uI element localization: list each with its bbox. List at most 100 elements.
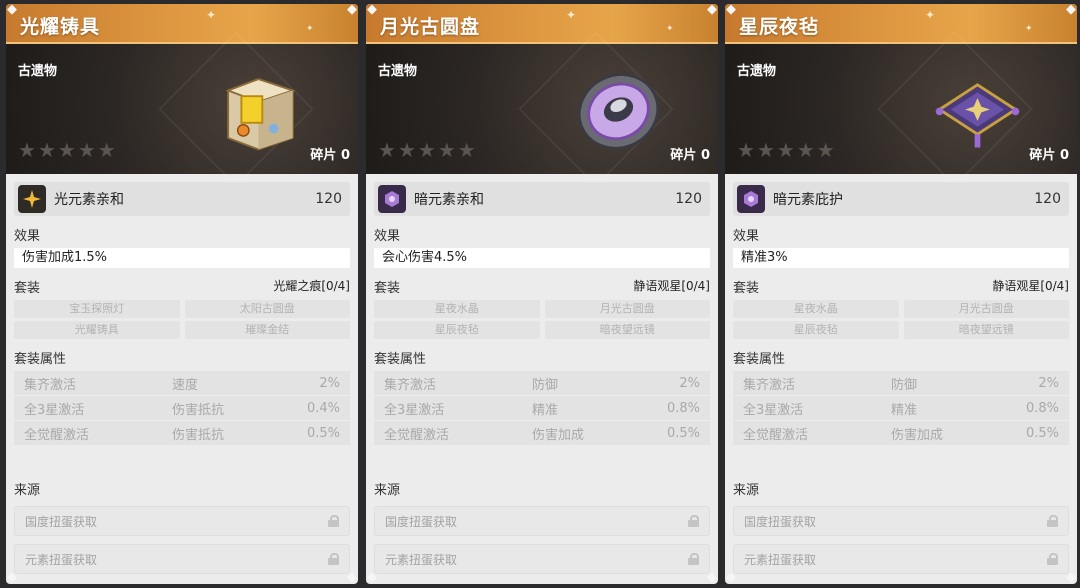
corner-ornament-icon: ◆ [347,570,357,585]
relic-name: 星辰夜毡 [739,16,820,38]
set-attr-row: 全3星激活 精准 0.8% [733,396,1069,420]
moon-disc-icon [577,73,660,150]
source-button[interactable]: 元素扭蛋获取 [733,544,1069,574]
corner-ornament-icon: ◆ [707,4,717,17]
set-name: 静语观星[0/4] [992,279,1069,293]
star-icon: ★ [417,138,436,162]
sparkle-icon: ✦ [306,24,314,34]
corner-ornament-icon: ◆ [707,570,717,585]
attr-condition: 全3星激活 [24,402,85,418]
source-button[interactable]: 元素扭蛋获取 [14,544,350,574]
attr-value: 2% [679,375,700,391]
attr-value: 2% [1038,375,1059,391]
star-icon: ★ [737,138,755,162]
dark-element-icon [378,185,406,213]
attr-stat: 防御 [891,377,918,393]
sparkle-icon: ✦ [206,8,217,22]
set-attr-row: 全觉醒激活 伤害抵抗 0.5% [14,421,350,445]
set-row: 套装 静语观星[0/4] [374,277,710,296]
effect-value: 精准3% [733,248,1069,268]
corner-ornament-icon: ◆ [367,570,377,585]
lock-icon [688,553,699,565]
affinity-value: 120 [1034,191,1061,207]
attr-condition: 全3星激活 [384,402,445,418]
sparkle-icon: ✦ [925,8,936,22]
star-icon: ★ [796,138,815,162]
star-icon: ★ [378,138,396,162]
element-affinity: 光元素亲和 120 [14,182,350,216]
attr-condition: 集齐激活 [24,377,77,393]
sparkle-icon: ✦ [1025,24,1033,34]
source-label: 来源 [733,483,760,498]
element-affinity: 暗元素亲和 120 [374,182,710,216]
lock-icon [328,515,339,527]
sparkle-icon: ✦ [566,8,577,22]
relic-hero: 古遗物 ★ ★ ★ ★ ★ 碎片 0 [6,31,358,187]
attr-stat: 伤害加成 [532,427,585,443]
set-piece: 星辰夜毡 [733,321,899,339]
shard-count: 碎片 0 [310,148,350,163]
set-attr-row: 全3星激活 精准 0.8% [374,396,710,420]
effect-label: 效果 [733,229,760,244]
set-label: 套装 [374,281,401,296]
source-button[interactable]: 国度扭蛋获取 [374,506,710,536]
source-label: 来源 [374,483,401,498]
attr-value: 0.5% [306,425,340,441]
relic-name: 月光古圆盘 [380,16,481,38]
corner-ornament-icon: ◆ [1066,570,1076,585]
star-icon: ★ [97,138,116,162]
attr-condition: 全觉醒激活 [384,427,450,443]
golden-chest-icon [225,78,296,151]
affinity-value: 120 [315,191,342,207]
effect-value: 会心伤害4.5% [374,248,710,268]
corner-ornament-icon: ◆ [7,570,17,585]
set-attr-row: 集齐激活 防御 2% [733,371,1069,395]
set-piece: 月光古圆盘 [903,300,1069,318]
star-icon: ★ [397,138,416,162]
source-text: 国度扭蛋获取 [25,514,98,529]
relic-card[interactable]: ◆ ◆ ◆ ◆ 星辰夜毡 ✦ ✦ 古遗物 ★ ★ ★ ★ ★ 碎片 0 暗元素庇… [725,4,1077,584]
set-label: 套装 [733,281,760,296]
set-pieces: 宝玉探照灯 太阳古圆盘 光耀铸具 璀璨金结 [14,300,350,339]
set-attr-row: 集齐激活 速度 2% [14,371,350,395]
attr-value: 0.5% [666,425,700,441]
star-icon: ★ [756,138,775,162]
set-attr-row: 集齐激活 防御 2% [374,371,710,395]
attr-condition: 全3星激活 [743,402,804,418]
affinity-name: 暗元素庇护 [773,192,843,208]
corner-ornament-icon: ◆ [1066,4,1076,17]
set-row: 套装 静语观星[0/4] [733,277,1069,296]
relic-cards: ◆ ◆ ◆ ◆ 光耀铸具 ✦ ✦ 古遗物 ★ ★ ★ ★ ★ 碎片 0 光元素亲… [0,0,1080,588]
source-button[interactable]: 元素扭蛋获取 [374,544,710,574]
attr-stat: 精准 [532,402,559,418]
set-piece: 暗夜望远镜 [544,321,710,339]
set-label: 套装 [14,281,41,296]
source-button[interactable]: 国度扭蛋获取 [14,506,350,536]
set-piece: 星夜水晶 [733,300,899,318]
source-button[interactable]: 国度扭蛋获取 [733,506,1069,536]
set-piece: 太阳古圆盘 [184,300,350,318]
star-icon: ★ [77,138,96,162]
source-text: 国度扭蛋获取 [744,514,817,529]
relic-card[interactable]: ◆ ◆ ◆ ◆ 光耀铸具 ✦ ✦ 古遗物 ★ ★ ★ ★ ★ 碎片 0 光元素亲… [6,4,358,584]
effect-label: 效果 [374,229,401,244]
affinity-name: 暗元素亲和 [414,192,484,208]
lock-icon [1047,515,1058,527]
set-attr-row: 全3星激活 伤害抵抗 0.4% [14,396,350,420]
relic-category: 古遗物 [737,64,777,79]
set-attr-row: 全觉醒激活 伤害加成 0.5% [733,421,1069,445]
set-piece: 月光古圆盘 [544,300,710,318]
relic-category: 古遗物 [378,64,418,79]
lock-icon [328,553,339,565]
relic-hero: 古遗物 ★ ★ ★ ★ ★ 碎片 0 [725,31,1077,187]
element-affinity: 暗元素庇护 120 [733,182,1069,216]
set-name: 静语观星[0/4] [633,279,710,293]
attr-condition: 集齐激活 [743,377,796,393]
corner-ornament-icon: ◆ [367,4,377,17]
star-icon: ★ [37,138,56,162]
lock-icon [688,515,699,527]
relic-card[interactable]: ◆ ◆ ◆ ◆ 月光古圆盘 ✦ ✦ 古遗物 ★ ★ ★ ★ ★ 碎片 0 暗元素… [366,4,718,584]
set-piece: 光耀铸具 [14,321,180,339]
card-header: 月光古圆盘 ✦ ✦ [366,4,718,44]
attr-value: 0.5% [1025,425,1059,441]
